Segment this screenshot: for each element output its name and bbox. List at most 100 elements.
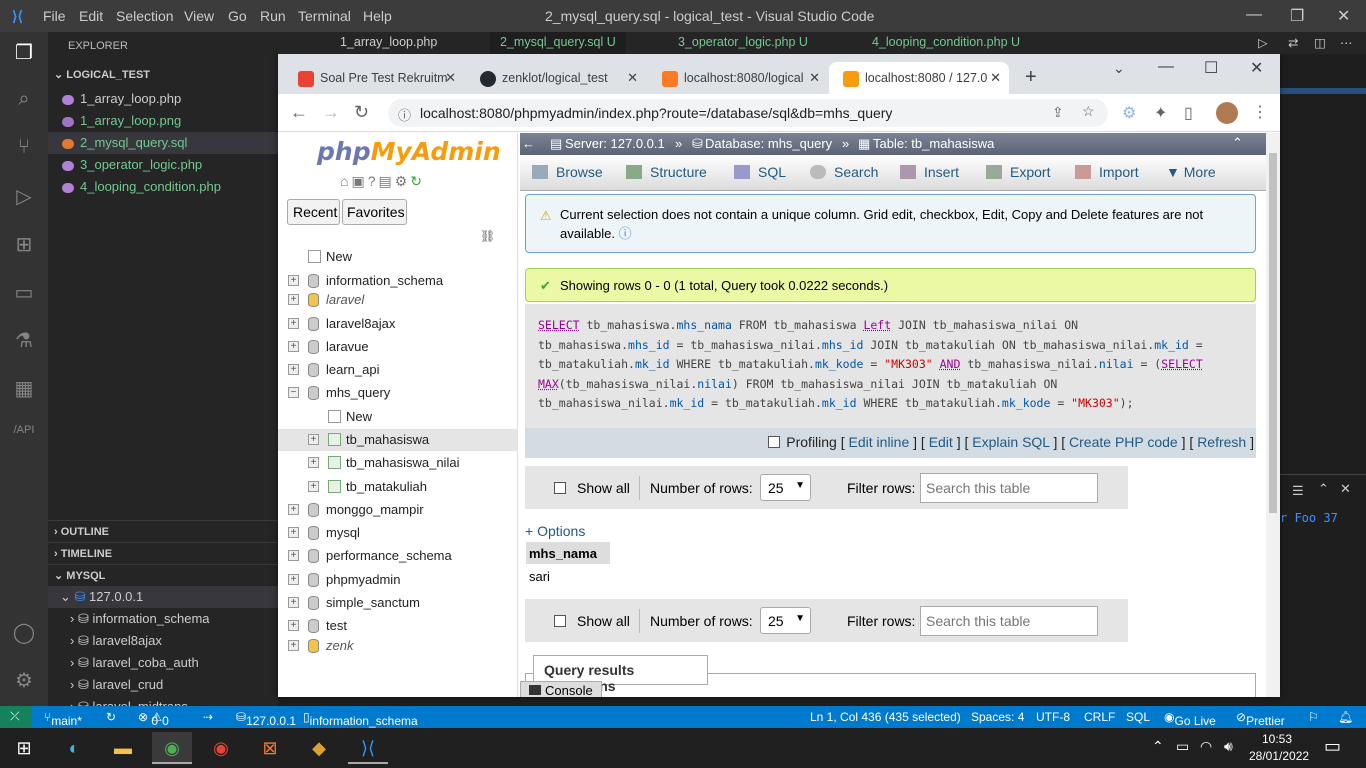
editor-tab-active[interactable]: 2_mysql_query.sql U xyxy=(490,32,626,54)
nav-new-db[interactable]: New xyxy=(278,246,517,268)
branch-status[interactable]: ⑂ main* xyxy=(44,710,82,728)
go-live-button[interactable]: ◉ Go Live xyxy=(1164,710,1216,728)
share-icon[interactable]: ⇪ xyxy=(1052,104,1064,121)
bookmark-star-icon[interactable]: ☆ xyxy=(1082,103,1095,120)
options-link[interactable]: + Options xyxy=(525,523,585,539)
num-rows-select[interactable]: 25 ▼ xyxy=(760,474,811,501)
chrome-tab[interactable]: zenklot/logical_test ✕ xyxy=(466,62,646,94)
filter-rows-input[interactable] xyxy=(920,473,1098,503)
source-control-icon[interactable]: ⑂ xyxy=(10,136,38,164)
breadcrumb-table[interactable]: Table: tb_mahasiswa xyxy=(873,136,994,151)
menu-view[interactable]: View xyxy=(184,8,214,24)
eol[interactable]: CRLF xyxy=(1084,710,1115,724)
page-scrollbar[interactable] xyxy=(1266,133,1280,697)
xampp-taskbar-icon[interactable]: ⊠ xyxy=(250,732,290,764)
nav-db-item[interactable]: + phpmyadmin xyxy=(278,569,517,591)
extension-gear-icon[interactable]: ⚙ xyxy=(1122,103,1136,123)
close-icon[interactable]: ✕ xyxy=(1337,6,1350,26)
address-bar[interactable]: ⓘ localhost:8080/phpmyadmin/index.php?ro… xyxy=(388,99,1108,127)
edit-link[interactable]: Edit xyxy=(929,434,953,450)
link-chain-icon[interactable]: ⛓ xyxy=(480,229,495,243)
nav-db-item[interactable]: + laravue xyxy=(278,336,517,358)
tab-more[interactable]: ▼ More xyxy=(1166,164,1216,180)
notifications-icon[interactable]: 🔔︎ xyxy=(1338,710,1353,724)
new-tab-icon[interactable]: + xyxy=(1025,66,1037,89)
expand-icon[interactable]: + xyxy=(288,318,299,329)
reload-icon[interactable]: ↻ xyxy=(354,102,369,123)
num-rows-select[interactable]: 25 ▼ xyxy=(760,607,811,634)
logout-icon[interactable]: ▣ xyxy=(351,173,367,189)
menu-selection[interactable]: Selection xyxy=(116,8,174,24)
panel-close-icon[interactable]: ✕ xyxy=(1340,481,1351,497)
expand-icon[interactable]: + xyxy=(288,574,299,585)
settings-gear-icon[interactable]: ⚙ xyxy=(10,668,38,696)
create-php-code-link[interactable]: Create PHP code xyxy=(1069,434,1178,450)
collapse-nav-icon[interactable]: ← xyxy=(522,136,535,151)
start-icon[interactable]: ⊞ xyxy=(4,732,44,764)
file-item[interactable]: 1_array_loop.php xyxy=(62,88,181,110)
nav-db-item[interactable]: + mysql xyxy=(278,522,517,544)
collapse-top-icon[interactable]: ⌃ xyxy=(1232,135,1243,151)
refresh-link[interactable]: Refresh xyxy=(1197,434,1246,450)
indentation[interactable]: Spaces: 4 xyxy=(971,710,1024,724)
expand-icon[interactable]: + xyxy=(288,294,299,305)
chrome-close-icon[interactable]: ✕ xyxy=(1250,58,1263,78)
expand-icon[interactable]: + xyxy=(308,434,319,445)
menu-run[interactable]: Run xyxy=(260,8,286,24)
edit-inline-link[interactable]: Edit inline xyxy=(849,434,910,450)
expand-icon[interactable]: + xyxy=(308,481,319,492)
collapse-icon[interactable]: − xyxy=(288,387,299,398)
remote-icon[interactable]: ⤫ xyxy=(0,706,32,728)
expand-icon[interactable]: + xyxy=(288,597,299,608)
editor-tab[interactable]: 1_array_loop.php xyxy=(340,35,437,49)
expand-icon[interactable]: + xyxy=(288,275,299,286)
chrome-tab[interactable]: Soal Pre Test Rekruitm ✕ xyxy=(284,62,464,94)
mysql-db-item[interactable]: › ⛁ information_schema xyxy=(70,608,210,630)
menu-edit[interactable]: Edit xyxy=(79,8,103,24)
nav-db-item[interactable]: + learn_api xyxy=(278,359,517,381)
menu-file[interactable]: File xyxy=(43,8,66,24)
clock-time[interactable]: 10:53 xyxy=(1262,732,1292,746)
nav-table-item-active[interactable]: + tb_mahasiswa xyxy=(278,429,517,451)
expand-icon[interactable]: + xyxy=(288,504,299,515)
notification-center-icon[interactable]: ▭ xyxy=(1324,736,1341,757)
tab-sql[interactable]: SQL xyxy=(734,164,786,180)
panel-maximize-icon[interactable]: ⌃ xyxy=(1318,481,1329,497)
nav-table-item[interactable]: + tb_matakuliah xyxy=(278,476,517,498)
nav-db-item-expanded[interactable]: − mhs_query xyxy=(278,382,517,404)
minimize-icon[interactable]: — xyxy=(1246,6,1262,24)
nav-db-item[interactable]: + laravel xyxy=(278,289,517,311)
chrome-menu-icon[interactable]: ⋮ xyxy=(1252,102,1268,122)
reload-nav-icon[interactable]: ↻ xyxy=(410,173,425,189)
tab-close-icon[interactable]: ✕ xyxy=(809,70,820,86)
search-icon[interactable]: ⌕ xyxy=(10,88,38,116)
forward-icon[interactable]: → xyxy=(322,102,340,123)
expand-icon[interactable]: + xyxy=(288,527,299,538)
recent-button[interactable]: Recent xyxy=(287,199,340,225)
help-circle-icon[interactable]: ⓘ xyxy=(619,226,632,241)
file-item[interactable]: 3_operator_logic.php xyxy=(62,154,202,176)
show-all-checkbox[interactable] xyxy=(554,482,566,494)
extensions-puzzle-icon[interactable]: ✦ xyxy=(1154,103,1167,123)
breadcrumb-server[interactable]: Server: 127.0.0.1 xyxy=(565,136,665,151)
docker-icon[interactable]: ▦ xyxy=(10,376,38,404)
menu-help[interactable]: Help xyxy=(363,8,392,24)
breadcrumb-database[interactable]: Database: mhs_query xyxy=(705,136,832,151)
mysql-db-item[interactable]: › ⛁ laravel8ajax xyxy=(70,630,162,652)
mysql-host[interactable]: ⌄ ⛁ 127.0.0.1 xyxy=(48,586,278,608)
file-item[interactable]: 1_array_loop.png xyxy=(62,110,181,132)
tab-browse[interactable]: Browse xyxy=(532,164,603,180)
expand-icon[interactable]: + xyxy=(288,364,299,375)
home-icon[interactable]: ⌂ xyxy=(340,173,351,189)
tab-structure[interactable]: Structure xyxy=(626,164,707,180)
volume-icon[interactable]: 🔊︎ xyxy=(1224,738,1233,755)
show-all-checkbox[interactable] xyxy=(554,615,566,627)
file-explorer-icon[interactable]: ▬ xyxy=(103,732,143,764)
tab-close-icon[interactable]: ✕ xyxy=(627,70,638,86)
chrome-tab[interactable]: localhost:8080/logical ✕ xyxy=(648,62,828,94)
more-actions-icon[interactable]: ⋯ xyxy=(1340,35,1353,50)
split-editor-icon[interactable]: ◫ xyxy=(1314,35,1326,50)
tab-search[interactable]: Search xyxy=(810,164,878,180)
expand-icon[interactable]: + xyxy=(288,341,299,352)
clock-date[interactable]: 28/01/2022 xyxy=(1249,749,1309,763)
